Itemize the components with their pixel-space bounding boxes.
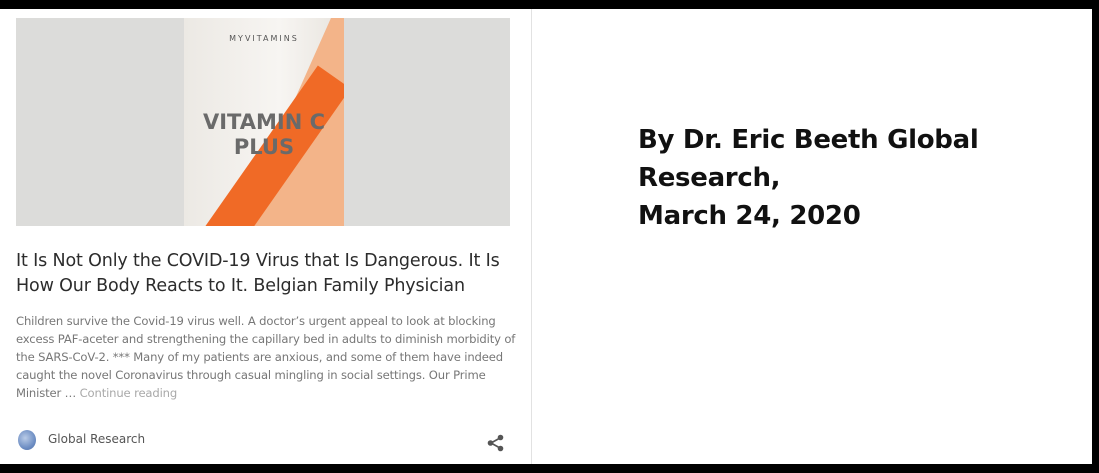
bottle-brand-text: MYVITAMINS — [229, 34, 299, 43]
article-title[interactable]: It Is Not Only the COVID-19 Virus that I… — [16, 249, 516, 299]
vitamin-bottle-image: MYVITAMINS VITAMIN C PLUS — [184, 18, 344, 226]
article-card: MYVITAMINS VITAMIN C PLUS It Is Not Only… — [0, 9, 532, 464]
product-line-1: VITAMIN C — [202, 110, 326, 134]
globe-logo-icon[interactable] — [18, 430, 36, 450]
article-thumbnail[interactable]: MYVITAMINS VITAMIN C PLUS — [16, 18, 510, 226]
page-frame: MYVITAMINS VITAMIN C PLUS It Is Not Only… — [0, 9, 1092, 464]
source-name[interactable]: Global Research — [48, 432, 145, 446]
continue-reading-link[interactable]: Continue reading — [80, 386, 178, 400]
product-line-2: PLUS — [233, 135, 295, 159]
share-icon[interactable] — [486, 434, 506, 452]
author-byline: By Dr. Eric Beeth Global Research, March… — [638, 125, 979, 231]
bottle-product-name: VITAMIN C PLUS — [184, 110, 344, 160]
article-excerpt: Children survive the Covid-19 virus well… — [16, 312, 516, 402]
